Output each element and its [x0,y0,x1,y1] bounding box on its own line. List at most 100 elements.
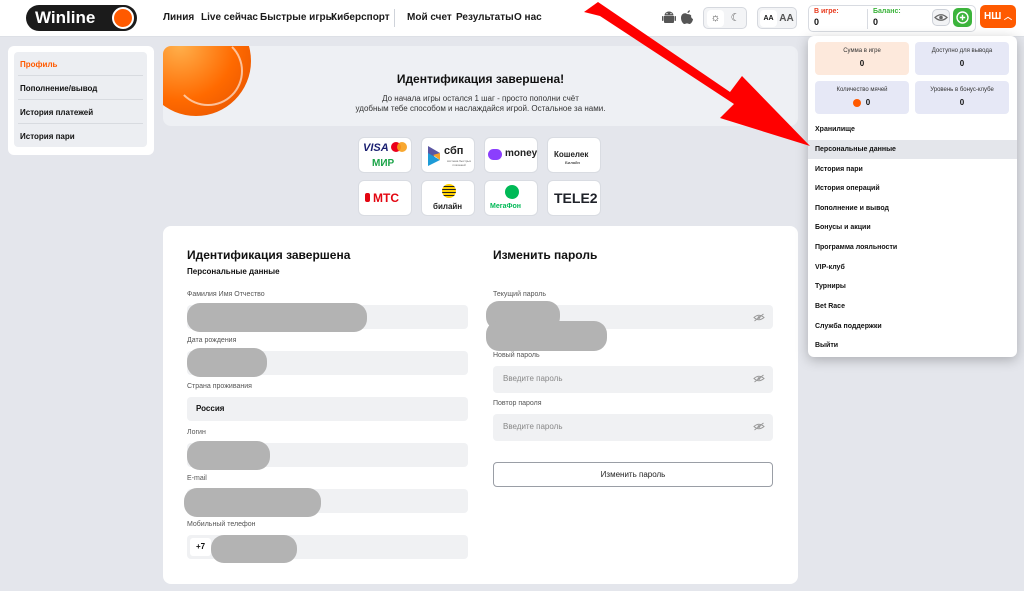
nav-live[interactable]: Live сейчас [201,12,258,23]
eye-icon [934,14,948,21]
repeat-password-input[interactable]: Введите пароль [493,414,773,441]
payment-beeline[interactable]: билайн [421,180,475,216]
divider [18,99,143,100]
eye-off-icon[interactable] [753,374,765,383]
birth-date-redaction [187,348,267,377]
sbp-sub-text: система быстрых платежей [446,159,472,167]
new-password-placeholder: Введите пароль [503,374,563,383]
email-label: E-mail [187,475,207,482]
menu-item-bet-history[interactable]: История пари [808,160,1017,179]
logo-ball-icon [112,7,134,29]
birth-date-label: Дата рождения [187,337,237,344]
megafon-logo-text: МегаФон [490,203,522,210]
menu-item-support[interactable]: Служба поддержки [808,317,1017,336]
profile-menu-item-bets[interactable]: История пари [20,132,75,141]
stat-value: 0 [865,98,871,107]
payment-mts[interactable]: МТС [358,180,412,216]
payment-umoney[interactable]: money [484,137,538,173]
plus-icon [956,11,969,24]
mastercard-orange-icon [397,142,407,152]
menu-item-tournaments[interactable]: Турниры [808,277,1017,296]
stat-label: Доступно для вывода [931,48,993,54]
divider [18,123,143,124]
login-label: Логин [187,429,206,436]
country-field: Россия [187,397,468,421]
phone-label: Мобильный телефон [187,521,256,528]
menu-item-vip[interactable]: VIP-клуб [808,258,1017,277]
top-header: Winline Линия Live сейчас Быстрые игры К… [0,0,1024,37]
mts-egg-icon [365,193,370,202]
nav-about[interactable]: О нас [514,12,542,23]
new-password-label: Новый пароль [493,352,540,359]
eye-off-icon[interactable] [753,313,765,322]
stat-value: 0 [959,98,965,107]
tele2-logo-text: TELE2 [554,190,598,206]
profile-menu-item-deposit[interactable]: Пополнение/вывод [20,84,97,93]
payment-tele2[interactable]: TELE2 [547,180,601,216]
fio-redaction [187,303,367,332]
email-redaction [184,488,321,517]
sbp-logo-icon [428,146,440,166]
menu-item-bonuses[interactable]: Бонусы и акции [808,218,1017,237]
repeat-password-placeholder: Введите пароль [503,422,563,431]
umoney-logo-text: money [505,148,538,159]
phone-prefix: +7 [190,538,211,556]
stat-label: Уровень в бонус-клубе [930,87,994,93]
country-label: Страна проживания [187,383,252,390]
beeline-logo-text: билайн [433,202,463,211]
personal-section-subtitle: Персональные данные [187,267,280,276]
payment-sbp[interactable]: сбп система быстрых платежей [421,137,475,173]
user-dropdown-menu: Сумма в игре 0 Доступно для вывода 0 Кол… [808,36,1017,357]
balance-value: 0 [873,17,879,27]
nav-esports[interactable]: Киберспорт [331,12,390,23]
mir-logo-text: МИР [372,158,395,169]
nav-my-account[interactable]: Мой счет [407,12,452,23]
balance-box: В игре: 0 Баланс: 0 [808,5,976,32]
new-password-input[interactable]: Введите пароль [493,366,773,393]
repeat-password-label: Повтор пароля [493,400,542,407]
fio-label: Фамилия Имя Отчество [187,291,265,298]
password-section-title: Изменить пароль [493,248,598,262]
country-value: Россия [196,404,225,413]
current-password-redaction [486,321,607,351]
phone-redaction [211,535,297,563]
balance-label: Баланс: [873,8,901,15]
nav-line[interactable]: Линия [163,12,194,23]
user-menu-button[interactable]: НШ ︿ [980,5,1016,28]
current-password-label: Текущий пароль [493,291,546,298]
menu-item-storage[interactable]: Хранилище [808,120,1017,139]
logo-text: Winline [35,8,96,27]
balance-divider [867,9,868,29]
menu-item-logout[interactable]: Выйти [808,336,1017,355]
payment-visa-mir[interactable]: VISA МИР [358,137,412,173]
chevron-up-icon: ︿ [1004,12,1013,21]
umoney-logo-icon [488,149,502,160]
beeline-logo-icon [442,184,456,198]
menu-item-bet-race[interactable]: Bet Race [808,297,1017,316]
change-password-button[interactable]: Изменить пароль [493,462,773,487]
red-arrow-annotation [584,2,810,146]
stat-bonus-level: Уровень в бонус-клубе 0 [915,81,1009,114]
stat-withdrawable: Доступно для вывода 0 [915,42,1009,75]
stat-value: 0 [959,59,965,68]
menu-item-operations[interactable]: История операций [808,179,1017,198]
mts-logo-text: МТС [373,191,399,205]
nav-results[interactable]: Результаты [456,12,514,23]
deposit-plus-button[interactable] [953,8,972,27]
menu-item-loyalty[interactable]: Программа лояльности [808,238,1017,257]
megafon-logo-icon [505,185,519,199]
profile-menu-item-payments[interactable]: История платежей [20,108,93,117]
eye-button[interactable] [932,9,950,26]
menu-item-deposit-withdraw[interactable]: Пополнение и вывод [808,199,1017,218]
eye-off-icon[interactable] [753,422,765,431]
profile-menu-item-profile[interactable]: Профиль [20,60,57,69]
winline-logo[interactable]: Winline [26,5,137,31]
personal-section-title: Идентификация завершена [187,248,351,262]
user-initials: НШ [983,11,1002,22]
sbp-logo-text: сбп [444,145,464,157]
nav-fast-games[interactable]: Быстрые игры [260,12,334,23]
payment-megafon[interactable]: МегаФон [484,180,538,216]
menu-item-personal-data[interactable]: Персональные данные [808,140,1017,159]
login-redaction [187,441,270,470]
nav-divider [394,9,395,27]
